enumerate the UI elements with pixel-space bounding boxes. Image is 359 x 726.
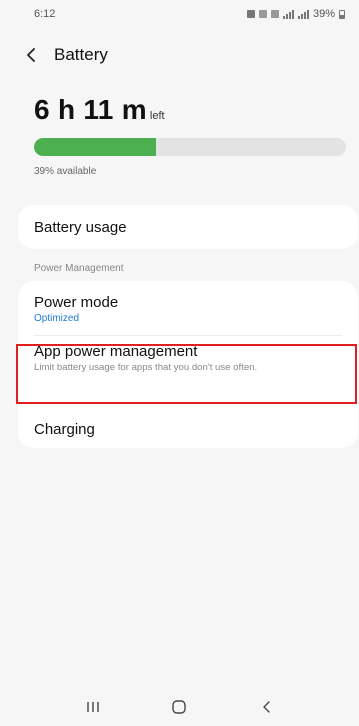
chevron-left-icon[interactable] (22, 46, 40, 64)
notification-icon (246, 10, 255, 18)
battery-level-bar (34, 138, 346, 156)
highlight-box (16, 344, 357, 404)
signal-icon-2 (297, 9, 309, 19)
status-bar: 6:12 39% (0, 0, 359, 28)
home-icon[interactable] (159, 692, 199, 722)
power-management-section-label: Power Management (34, 263, 124, 274)
divider (34, 335, 342, 336)
header: Battery (22, 40, 108, 70)
charging-item[interactable]: Charging (34, 421, 95, 439)
battery-level-fill (34, 138, 156, 156)
battery-usage-item[interactable]: Battery usage (18, 205, 358, 249)
battery-usage-label: Battery usage (34, 218, 127, 236)
status-time: 6:12 (34, 8, 56, 20)
navigation-bar (0, 688, 359, 726)
time-remaining-value: 6 h 11 m (34, 94, 147, 125)
time-remaining: 6 h 11 m left (34, 94, 165, 126)
status-battery-percent: 39% (312, 8, 335, 20)
recents-icon[interactable] (73, 692, 113, 722)
data-icon (270, 10, 279, 18)
power-mode-item[interactable]: Power mode Optimized (34, 294, 342, 324)
back-icon[interactable] (246, 692, 286, 722)
charging-label: Charging (34, 421, 95, 438)
battery-screen: 6:12 39% Battery 6 h 11 m left 39% avail… (0, 0, 359, 726)
page-title: Battery (54, 45, 108, 64)
battery-available-text: 39% available (34, 166, 97, 177)
wifi-icon (258, 10, 267, 18)
status-icons: 39% (246, 8, 345, 20)
signal-icon (282, 9, 294, 19)
battery-icon (339, 9, 345, 19)
power-mode-label: Power mode (34, 294, 119, 311)
time-remaining-suffix: left (149, 110, 165, 122)
power-mode-value: Optimized (34, 313, 80, 324)
